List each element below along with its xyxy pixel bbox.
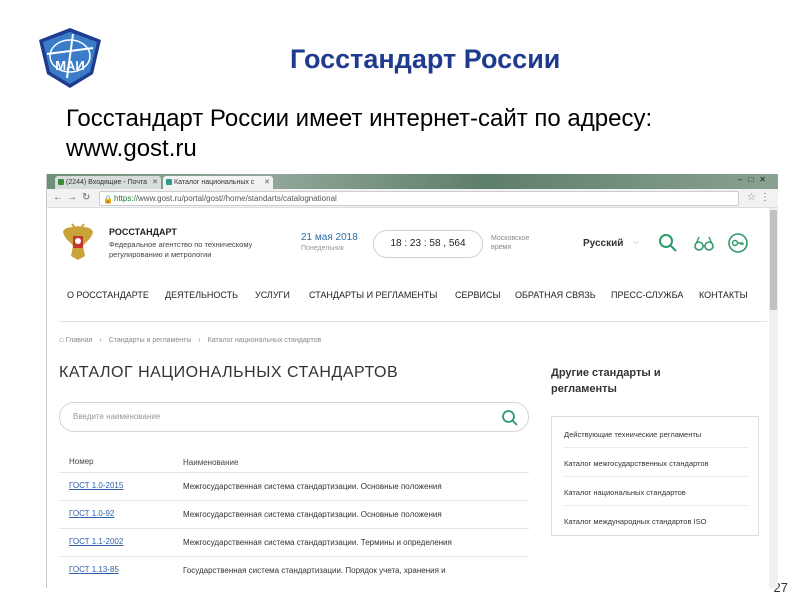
svg-text:МАИ: МАИ: [55, 58, 85, 73]
bookmark-star-icon[interactable]: ☆: [747, 192, 756, 203]
reload-icon[interactable]: ↻: [82, 192, 90, 203]
nav-e-services[interactable]: СЕРВИСЫ: [455, 290, 500, 300]
breadcrumb: ⌂ Главная › Стандарты и регламенты › Кат…: [59, 335, 321, 344]
search-input[interactable]: Введите наименование: [59, 402, 529, 432]
table-row: ГОСТ 1.1-2002 Межгосударственная система…: [59, 529, 529, 557]
url-path: www.gost.ru/portal/gost//home/standarts/…: [138, 194, 337, 203]
back-icon[interactable]: ←: [53, 192, 63, 203]
coat-of-arms-icon: [61, 222, 95, 262]
nav-contacts[interactable]: КОНТАКТЫ: [699, 290, 748, 300]
table-row: ГОСТ 1.0-2015 Межгосударственная система…: [59, 473, 529, 501]
timezone-label: Московское время: [491, 235, 530, 251]
mail-tab-icon: [58, 179, 64, 185]
address-bar: ← → ↻ 🔒 https://www.gost.ru/portal/gost/…: [47, 189, 778, 208]
current-date: 21 мая 2018: [301, 232, 358, 243]
search-icon[interactable]: [500, 408, 520, 428]
sidebar-title: Другие стандарты и регламенты: [551, 367, 661, 395]
site-header: РОССТАНДАРТ Федеральное агентство по тех…: [47, 208, 769, 278]
clock-display: 18 : 23 : 58 , 564: [373, 230, 483, 258]
main-navigation: О РОССТАНДАРТЕ ДЕЯТЕЛЬНОСТЬ УСЛУГИ СТАНД…: [47, 290, 769, 310]
standard-name: Государственная система стандартизации. …: [183, 566, 446, 575]
chevron-down-icon[interactable]: ⌵: [633, 237, 639, 247]
standard-link[interactable]: ГОСТ 1.13-85: [69, 565, 119, 574]
scroll-thumb[interactable]: [770, 210, 777, 310]
org-name[interactable]: РОССТАНДАРТ: [109, 227, 177, 237]
divider: [564, 476, 748, 477]
nav-about[interactable]: О РОССТАНДАРТЕ: [67, 290, 149, 300]
close-icon[interactable]: ✕: [264, 176, 270, 189]
mai-logo: МАИ: [33, 26, 107, 90]
sidebar-item-interstate-standards[interactable]: Каталог межгосударственных стандартов: [564, 459, 709, 468]
divider: [59, 321, 767, 322]
standard-link[interactable]: ГОСТ 1.0-2015: [69, 481, 123, 490]
forward-icon[interactable]: →: [67, 192, 77, 203]
window-controls[interactable]: –□✕: [738, 175, 772, 184]
url-input[interactable]: 🔒 https://www.gost.ru/portal/gost//home/…: [99, 191, 739, 206]
column-header-number: Номер: [69, 457, 94, 466]
tab-strip: (2244) Входящие - Почта ✕ Каталог национ…: [47, 174, 778, 189]
tab-label: Каталог национальных с: [174, 179, 255, 186]
home-icon[interactable]: ⌂: [59, 335, 64, 344]
slide-title: Госстандарт России: [290, 44, 561, 74]
current-weekday: Понедельник: [301, 245, 344, 252]
site-tab-icon: [166, 179, 172, 185]
breadcrumb-standards[interactable]: Стандарты и регламенты: [109, 337, 192, 344]
search-icon[interactable]: [657, 232, 679, 254]
lock-icon: 🔒: [103, 195, 113, 204]
table-row: ГОСТ 1.13-85 Государственная система ста…: [59, 557, 529, 585]
nav-activity[interactable]: ДЕЯТЕЛЬНОСТЬ: [165, 290, 238, 300]
breadcrumb-separator-icon: ›: [99, 337, 102, 344]
column-header-name: Наименование: [183, 458, 239, 467]
browser-window: (2244) Входящие - Почта ✕ Каталог национ…: [46, 174, 778, 588]
nav-services[interactable]: УСЛУГИ: [255, 290, 290, 300]
standard-link[interactable]: ГОСТ 1.1-2002: [69, 537, 123, 546]
menu-icon[interactable]: ⋮: [760, 192, 770, 203]
tab-label: (2244) Входящие - Почта: [66, 179, 148, 186]
standard-name: Межгосударственная система стандартизаци…: [183, 482, 442, 491]
standard-name: Межгосударственная система стандартизаци…: [183, 510, 442, 519]
nav-feedback[interactable]: ОБРАТНАЯ СВЯЗЬ: [515, 290, 596, 300]
close-icon[interactable]: ✕: [152, 176, 158, 189]
sidebar-item-tech-regulations[interactable]: Действующие технические регламенты: [564, 430, 701, 439]
tab-mail[interactable]: (2244) Входящие - Почта ✕: [55, 176, 161, 189]
breadcrumb-current: Каталог национальных стандартов: [207, 337, 322, 344]
login-key-icon[interactable]: [727, 232, 749, 254]
slide-body: Госстандарт России имеет интернет-сайт п…: [66, 105, 653, 162]
divider: [564, 505, 748, 506]
search-placeholder: Введите наименование: [73, 412, 161, 421]
url-scheme: https://: [114, 194, 139, 203]
glasses-icon[interactable]: [693, 232, 715, 254]
sidebar-item-iso-standards[interactable]: Каталог международных стандартов ISO: [564, 517, 706, 526]
language-select[interactable]: Русский: [583, 238, 623, 249]
standard-link[interactable]: ГОСТ 1.0-92: [69, 509, 114, 518]
tab-catalog[interactable]: Каталог национальных с ✕: [163, 176, 273, 189]
org-subtitle: Федеральное агентство по техническому ре…: [109, 240, 253, 259]
table-header: Номер Наименование: [59, 451, 529, 473]
nav-standards[interactable]: СТАНДАРТЫ И РЕГЛАМЕНТЫ: [309, 290, 437, 300]
sidebar-links: Действующие технические регламенты Катал…: [551, 416, 759, 536]
table-row: ГОСТ 1.0-92 Межгосударственная система с…: [59, 501, 529, 529]
breadcrumb-home[interactable]: Главная: [66, 337, 93, 344]
sidebar-item-national-standards[interactable]: Каталог национальных стандартов: [564, 488, 686, 497]
page-title: КАТАЛОГ НАЦИОНАЛЬНЫХ СТАНДАРТОВ: [59, 364, 399, 381]
divider: [564, 447, 748, 448]
breadcrumb-separator-icon: ›: [198, 337, 201, 344]
standards-table: Номер Наименование ГОСТ 1.0-2015 Межгосу…: [59, 451, 529, 585]
standard-name: Межгосударственная система стандартизаци…: [183, 538, 452, 547]
nav-press[interactable]: ПРЕСС-СЛУЖБА: [611, 290, 683, 300]
